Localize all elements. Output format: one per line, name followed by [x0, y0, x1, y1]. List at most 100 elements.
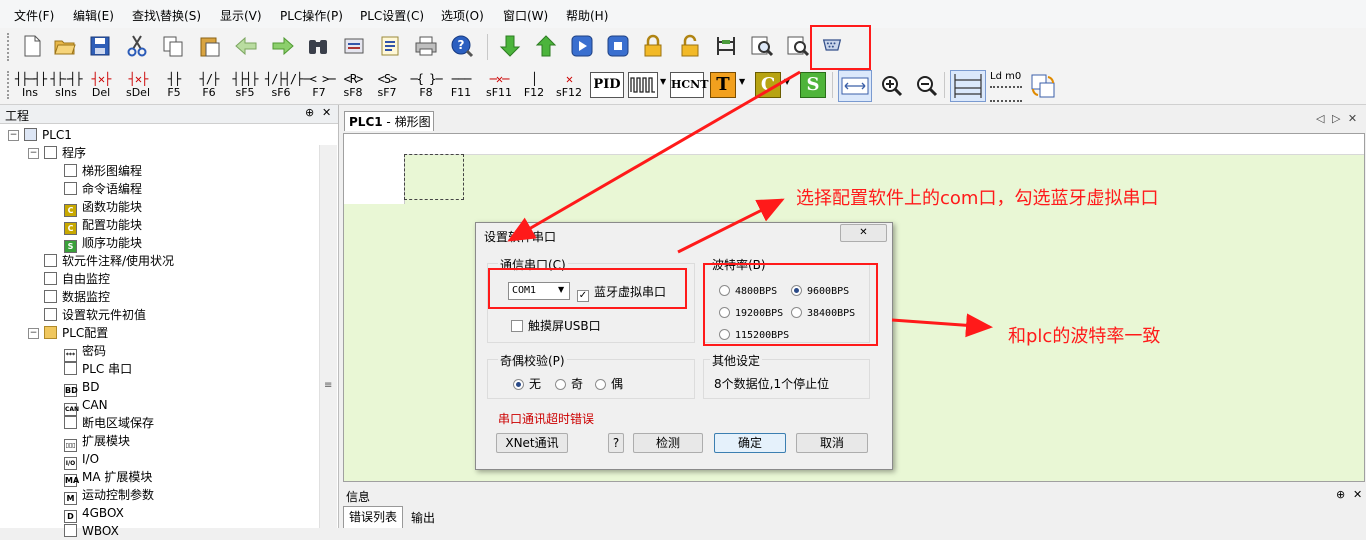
- menu-plc-settings[interactable]: PLC设置(C): [360, 7, 424, 24]
- tree-expander[interactable]: −: [28, 328, 39, 339]
- delete-column-button[interactable]: ┤✕├ sDel: [122, 71, 154, 98]
- lock-icon[interactable]: [641, 34, 665, 58]
- timer-button[interactable]: T: [710, 72, 736, 98]
- tree-item[interactable]: 梯形图编程: [64, 162, 142, 180]
- toolbar-grip[interactable]: [7, 33, 12, 61]
- tree-item[interactable]: ▯▯▯ 扩展模块: [64, 432, 130, 452]
- pulse-dropdown-icon[interactable]: ▼: [660, 77, 666, 86]
- ladder-compile-icon[interactable]: [714, 34, 738, 58]
- pin-icon[interactable]: ⊕: [305, 106, 314, 119]
- ladder-view-icon[interactable]: [950, 70, 986, 102]
- detect-button[interactable]: 检测: [633, 433, 703, 453]
- timer-dropdown-icon[interactable]: ▼: [739, 77, 745, 86]
- document-list-icon[interactable]: [378, 34, 402, 58]
- tree-item[interactable]: PLC配置: [44, 324, 108, 342]
- tree-item[interactable]: S 顺序功能块: [64, 234, 142, 253]
- menu-help[interactable]: 帮助(H): [566, 7, 608, 24]
- menu-file[interactable]: 文件(F): [14, 7, 54, 24]
- print-icon[interactable]: [414, 34, 438, 58]
- unlock-icon[interactable]: [678, 34, 702, 58]
- tree-item[interactable]: 设置软元件初值: [44, 306, 146, 324]
- tree-item[interactable]: C 配置功能块: [64, 216, 142, 235]
- doc-zoom-icon[interactable]: [786, 34, 810, 58]
- stop-icon[interactable]: [606, 34, 630, 58]
- tree-item[interactable]: 命令语编程: [64, 180, 142, 198]
- sequence-button[interactable]: S: [800, 72, 826, 98]
- pid-button[interactable]: PID: [590, 72, 624, 98]
- ladder-cursor[interactable]: [404, 154, 464, 200]
- parity-even-radio[interactable]: 偶: [595, 375, 623, 392]
- counter-button[interactable]: C: [755, 72, 781, 98]
- tab-output[interactable]: 输出: [405, 508, 441, 528]
- tree-item[interactable]: *** 密码: [64, 342, 106, 362]
- scrollbar-grip-icon[interactable]: ≡: [324, 380, 332, 391]
- xnet-button[interactable]: XNet通讯: [496, 433, 568, 453]
- no-contact-button[interactable]: ┤├ F5: [160, 71, 188, 98]
- reset-coil-button[interactable]: <R> sF8: [338, 71, 368, 98]
- zoom-out-icon[interactable]: [915, 74, 939, 98]
- menu-plc-operation[interactable]: PLC操作(P): [280, 7, 343, 24]
- new-file-icon[interactable]: [20, 34, 44, 58]
- dialog-close-button[interactable]: ✕: [840, 224, 887, 242]
- set-coil-button[interactable]: <S> sF7: [372, 71, 402, 98]
- forward-arrow-icon[interactable]: [271, 34, 295, 58]
- tree-item[interactable]: D 4GBOX: [64, 504, 124, 523]
- tree-expander[interactable]: −: [28, 148, 39, 159]
- help-search-icon[interactable]: ?: [450, 34, 474, 58]
- insert-column-button[interactable]: ┤├╌┤├ sIns: [50, 71, 82, 98]
- tree-item[interactable]: WBOX: [64, 522, 119, 540]
- counter-dropdown-icon[interactable]: ▼: [784, 77, 790, 86]
- pulse-icon[interactable]: [628, 72, 658, 98]
- horizontal-line-button[interactable]: ─── F11: [446, 71, 476, 98]
- tree-item[interactable]: BD BD: [64, 378, 99, 397]
- delete-vertical-button[interactable]: ✕ sF12: [554, 71, 584, 98]
- nc-contact-button[interactable]: ┤/├ F6: [195, 71, 223, 98]
- tab-error-list[interactable]: 错误列表: [343, 506, 403, 528]
- tree-item[interactable]: 软元件注释/使用状况: [44, 252, 174, 270]
- parallel-no-button[interactable]: ┤├┤├ sF5: [230, 71, 260, 98]
- cancel-button[interactable]: 取消: [796, 433, 868, 453]
- menu-options[interactable]: 选项(O): [441, 7, 484, 24]
- delete-horizontal-button[interactable]: ─✕─ sF11: [482, 71, 516, 98]
- delete-row-button[interactable]: ┤✕├ Del: [87, 71, 115, 98]
- help-button[interactable]: ?: [608, 433, 624, 453]
- tree-item[interactable]: I/O I/O: [64, 450, 99, 470]
- parity-none-radio[interactable]: 无: [513, 375, 541, 392]
- device-list-icon[interactable]: [342, 34, 366, 58]
- cut-icon[interactable]: [125, 34, 149, 58]
- coil-button[interactable]: ─< >─ F7: [302, 71, 336, 98]
- ok-button[interactable]: 确定: [714, 433, 786, 453]
- tree-item[interactable]: 自由监控: [44, 270, 110, 288]
- tab-nav-icons[interactable]: ◁ ▷ ✕: [1316, 112, 1359, 125]
- tree-item[interactable]: C 函数功能块: [64, 198, 142, 217]
- tree-item[interactable]: M 运动控制参数: [64, 486, 154, 505]
- menu-view[interactable]: 显示(V): [220, 7, 262, 24]
- menu-window[interactable]: 窗口(W): [503, 7, 548, 24]
- instruction-view-button[interactable]: Ld m0: [990, 71, 1022, 102]
- upload-arrow-icon[interactable]: [534, 34, 558, 58]
- download-arrow-icon[interactable]: [498, 34, 522, 58]
- info-pin-icon[interactable]: ⊕: [1336, 488, 1345, 501]
- copy-icon[interactable]: [161, 34, 185, 58]
- hcnt-button[interactable]: HCNT: [670, 72, 708, 98]
- tree-item[interactable]: 程序: [44, 144, 86, 162]
- close-icon[interactable]: ✕: [322, 106, 331, 119]
- instruction-button[interactable]: ─{ }─ F8: [408, 71, 444, 98]
- menu-edit[interactable]: 编辑(E): [73, 7, 114, 24]
- tree-item[interactable]: PLC 串口: [64, 360, 132, 378]
- run-icon[interactable]: [570, 34, 594, 58]
- tree-expander[interactable]: −: [8, 130, 19, 141]
- tree-item[interactable]: PLC1: [24, 126, 72, 144]
- parity-odd-radio[interactable]: 奇: [555, 375, 583, 392]
- vertical-scrollbar[interactable]: ≡: [319, 145, 337, 528]
- back-arrow-icon[interactable]: [234, 34, 258, 58]
- tab-plc1-ladder[interactable]: PLC1 - 梯形图: [344, 111, 434, 131]
- binoculars-icon[interactable]: [306, 34, 330, 58]
- zoom-in-icon[interactable]: [880, 74, 904, 98]
- insert-row-button[interactable]: ┤├─┤├ Ins: [15, 71, 47, 98]
- toolbar-grip[interactable]: [7, 71, 12, 99]
- monitor-zoom-icon[interactable]: [750, 34, 774, 58]
- paste-icon[interactable]: [198, 34, 222, 58]
- save-icon[interactable]: [88, 34, 112, 58]
- usb-checkbox[interactable]: 触摸屏USB口: [511, 317, 601, 334]
